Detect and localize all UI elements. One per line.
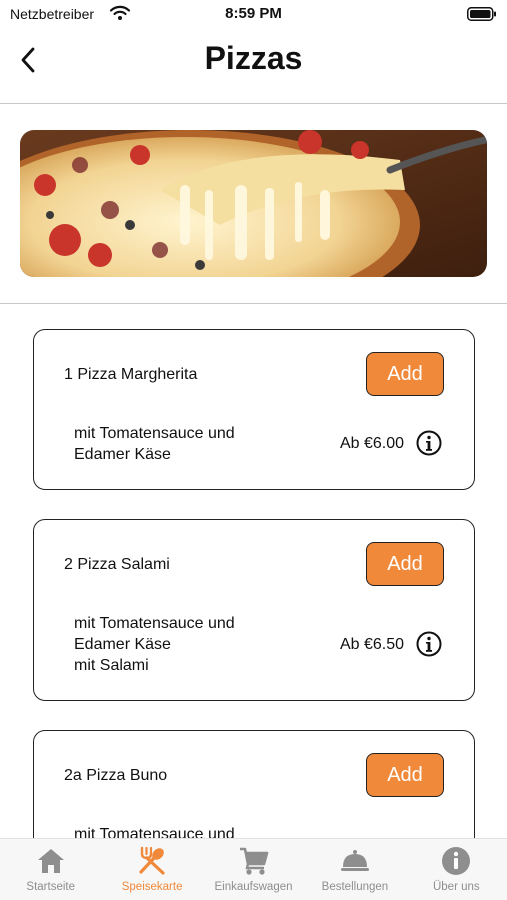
- menu-item-card: 2 Pizza Salami Add mit Tomatensauce und …: [33, 519, 475, 701]
- tab-speisekarte[interactable]: Speisekarte: [101, 839, 202, 900]
- menu-item-price: Ab €6.50: [339, 636, 404, 653]
- status-bar: Netzbetreiber 8:59 PM: [0, 0, 507, 28]
- menu-item-description: mit Tomatensauce und: [74, 826, 235, 838]
- cloche-icon: [340, 850, 369, 871]
- home-icon: [37, 849, 64, 873]
- tab-bar: Startseite Speisekarte Einkaufswagen Bes…: [0, 838, 507, 900]
- menu-item-name: 2 Pizza Salami: [64, 556, 170, 573]
- tab-label: Speisekarte: [121, 881, 183, 893]
- pizza-banner-image: [20, 130, 487, 277]
- tab-label: Bestellungen: [321, 881, 389, 893]
- fork-spoon-icon: [139, 846, 165, 875]
- info-icon[interactable]: [416, 430, 442, 456]
- tab-bestellungen[interactable]: Bestellungen: [304, 839, 405, 900]
- tab-label: Startseite: [26, 881, 75, 893]
- menu-item-name: 2a Pizza Buno: [64, 767, 168, 784]
- menu-item-price: Ab €6.00: [339, 435, 404, 452]
- tab-startseite[interactable]: Startseite: [0, 839, 101, 900]
- add-button[interactable]: Add: [366, 753, 444, 797]
- menu-list: 1 Pizza Margherita Add mit Tomatensauce …: [0, 305, 507, 838]
- menu-item-name: 1 Pizza Margherita: [64, 366, 198, 383]
- tab-ueber-uns[interactable]: Über uns: [406, 839, 507, 900]
- tab-einkaufswagen[interactable]: Einkaufswagen: [203, 839, 304, 900]
- add-button[interactable]: Add: [366, 542, 444, 586]
- add-button[interactable]: Add: [366, 352, 444, 396]
- status-time: 8:59 PM: [225, 5, 282, 22]
- tab-label: Über uns: [432, 881, 480, 893]
- menu-item-description: mit Tomatensauce und Edamer Käse: [74, 425, 235, 463]
- tab-label: Einkaufswagen: [214, 881, 293, 893]
- info-icon: [442, 847, 471, 875]
- banner-divider: [0, 303, 507, 304]
- menu-item-description: mit Tomatensauce und Edamer Käse mit Sal…: [74, 615, 235, 674]
- menu-item-card: 2a Pizza Buno Add mit Tomatensauce und: [33, 730, 475, 838]
- info-icon[interactable]: [416, 631, 442, 657]
- navigation-bar: Pizzas: [0, 28, 507, 103]
- battery-icon: [467, 7, 496, 21]
- header-divider: [0, 103, 507, 104]
- cart-icon: [239, 847, 268, 875]
- page-title: Pizzas: [204, 40, 303, 76]
- menu-item-card: 1 Pizza Margherita Add mit Tomatensauce …: [33, 329, 475, 490]
